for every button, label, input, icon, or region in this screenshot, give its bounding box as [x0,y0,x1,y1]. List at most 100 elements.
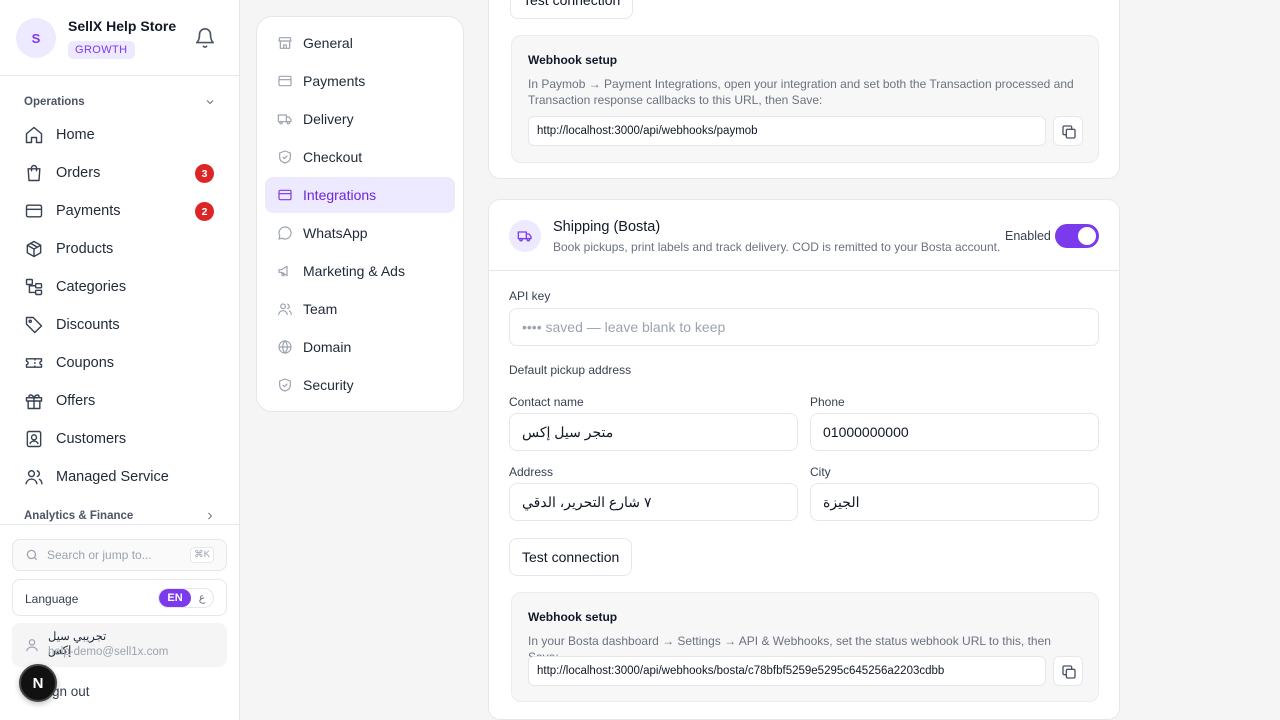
copy-icon [1062,665,1076,679]
search-icon [26,549,38,561]
pickup-address-heading: Default pickup address [509,363,632,377]
section-operations[interactable]: Operations [24,96,216,108]
phone-input[interactable]: 01000000000 [810,413,1099,451]
settings-nav-label: Payments [303,73,366,89]
store-icon [278,37,292,49]
sidebar-item-managed-service[interactable]: Managed Service [12,459,228,495]
card-icon [278,189,292,201]
settings-nav-checkout[interactable]: Checkout [265,139,455,175]
city-label: City [810,465,831,479]
sidebar-item-label: Home [56,127,95,143]
copy-icon [1062,125,1076,139]
webhook-title: Webhook setup [528,610,618,624]
bosta-card-header: Shipping (Bosta) Book pickups, print lab… [489,200,1119,271]
sidebar-item-discounts[interactable]: Discounts [12,307,228,343]
settings-nav-label: Delivery [303,111,354,127]
shopping-bag-icon [27,164,41,182]
city-input[interactable]: الجيزة [810,483,1099,521]
settings-nav-label: WhatsApp [303,225,368,241]
sidebar-item-payments[interactable]: Payments 2 [12,193,228,229]
sidebar-item-label: Customers [56,431,127,447]
api-key-input[interactable]: •••• saved — leave blank to keep [509,308,1099,346]
chat-icon [278,226,292,240]
paymob-webhook-box: Webhook setup In Paymob → Payment Integr… [511,35,1099,163]
language-toggle[interactable]: EN ع [158,588,214,608]
webhook-title: Webhook setup [528,53,618,67]
address-input[interactable]: ٧ شارع التحرير، الدقي [509,483,798,521]
store-name: SellX Help Store [68,18,177,34]
truck-icon [517,231,532,242]
sidebar-item-orders[interactable]: Orders 3 [12,155,228,191]
search-input[interactable]: Search or jump to... ⌘K [12,539,227,571]
sidebar-item-label: Coupons [56,355,115,371]
section-analytics-label: Analytics & Finance [24,510,134,522]
gift-icon [25,394,43,410]
search-shortcut: ⌘K [190,547,214,563]
sidebar-item-customers[interactable]: Customers [12,421,228,457]
shield-check-icon [279,378,291,392]
settings-nav-label: Marketing & Ads [303,263,405,279]
bell-icon[interactable] [194,27,216,49]
contact-card-icon [26,430,42,448]
bosta-integration-card: Shipping (Bosta) Book pickups, print lab… [488,199,1120,720]
chevron-down-icon [206,100,214,105]
bosta-webhook-url-field[interactable]: http://localhost:3000/api/webhooks/bosta… [528,656,1046,686]
contact-name-input[interactable]: متجر سيل إكس [509,413,798,451]
sidebar-item-products[interactable]: Products [12,231,228,267]
contact-name-value: متجر سيل إكس [522,424,614,440]
bosta-webhook-box: Webhook setup In your Bosta dashboard → … [511,592,1099,702]
lang-en-option[interactable]: EN [159,589,191,607]
copy-button[interactable] [1053,656,1083,686]
sidebar-item-label: Categories [56,279,127,295]
home-icon [25,126,43,144]
lang-ar-option[interactable]: ع [191,589,213,607]
bosta-title: Shipping (Bosta) [553,219,661,235]
sidebar-item-label: Payments [56,203,121,219]
settings-nav-security[interactable]: Security [265,367,455,403]
sidebar-item-home[interactable]: Home [12,117,228,153]
bosta-test-connection-button[interactable]: Test connection [509,538,633,576]
settings-nav-label: Domain [303,339,352,355]
settings-nav-label: General [303,35,353,51]
hierarchy-icon [25,278,43,296]
api-key-label: API key [509,289,551,303]
card-icon [278,75,292,87]
settings-nav-whatsapp[interactable]: WhatsApp [265,215,455,251]
megaphone-icon [278,265,288,277]
search-placeholder: Search or jump to... [47,548,152,562]
settings-nav-label: Integrations [303,187,377,203]
nextjs-dev-badge[interactable]: N [19,664,57,702]
sidebar-item-label: Offers [56,393,96,409]
sidebar-item-coupons[interactable]: Coupons [12,345,228,381]
truck-icon [277,114,292,125]
sidebar-item-label: Products [56,241,114,257]
paymob-webhook-url-field[interactable]: http://localhost:3000/api/webhooks/paymo… [528,116,1046,146]
ticket-icon [25,358,43,368]
settings-nav-marketing[interactable]: Marketing & Ads [265,253,455,289]
bosta-enabled-toggle[interactable] [1055,224,1099,248]
sidebar-item-label: Managed Service [56,469,169,485]
city-value: الجيزة [823,494,860,510]
copy-button[interactable] [1053,116,1083,146]
phone-label: Phone [810,395,845,409]
settings-nav-integrations[interactable]: Integrations [265,177,455,213]
users-icon [278,303,292,315]
enabled-label: Enabled [1005,229,1051,243]
user-profile[interactable]: تجريبي سيل إكس help-demo@sell1x.com [12,623,227,667]
settings-nav-delivery[interactable]: Delivery [265,101,455,137]
settings-nav-domain[interactable]: Domain [265,329,455,365]
user-email: help-demo@sell1x.com [48,646,169,658]
settings-nav-payments[interactable]: Payments [265,63,455,99]
store-header: S SellX Help Store GROWTH [0,0,239,76]
orders-count-badge: 3 [195,164,214,183]
store-avatar[interactable]: S [16,18,56,58]
settings-nav-general[interactable]: General [265,25,455,61]
section-operations-label: Operations [24,96,85,108]
chevron-right-icon [208,512,213,520]
paymob-test-connection-button[interactable]: Test connection [510,0,634,19]
card-icon [25,204,43,218]
sidebar-item-categories[interactable]: Categories [12,269,228,305]
section-analytics-finance[interactable]: Analytics & Finance [24,510,216,522]
settings-nav-team[interactable]: Team [265,291,455,327]
sidebar-item-offers[interactable]: Offers [12,383,228,419]
